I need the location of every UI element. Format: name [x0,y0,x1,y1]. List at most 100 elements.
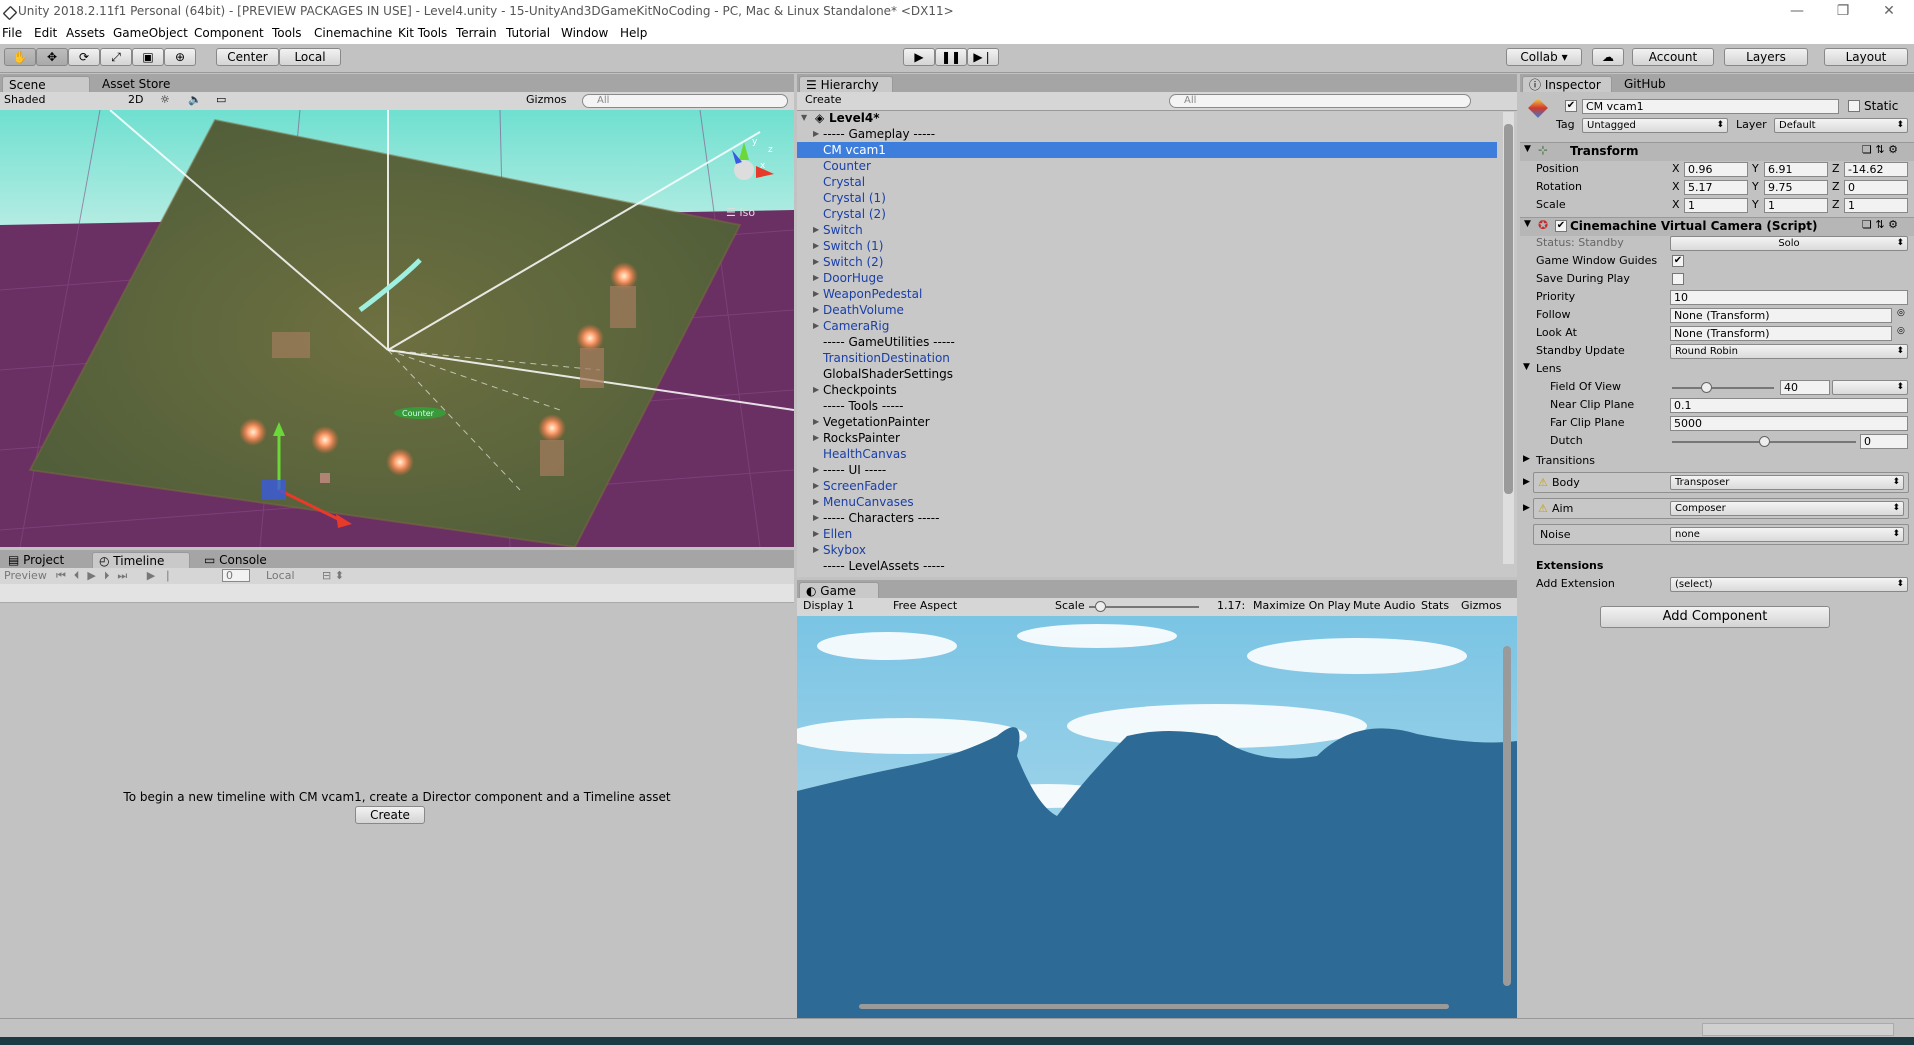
expand-arrow-icon[interactable]: ▶ [813,542,819,558]
menu-tutorial[interactable]: Tutorial [506,26,550,40]
hierarchy-item[interactable]: ----- Tools ----- [797,398,1497,414]
hierarchy-item[interactable]: GlobalShaderSettings [797,366,1497,382]
hierarchy-scrollbar[interactable] [1503,112,1514,564]
account-dropdown[interactable]: Account [1632,48,1714,66]
vcam-enabled-checkbox[interactable]: ✔ [1555,220,1567,232]
hierarchy-item[interactable]: ----- GameUtilities ----- [797,334,1497,350]
layer-dropdown[interactable]: Default [1774,118,1908,133]
component-menu-icons[interactable]: ❏ ⇅ ⚙ [1862,143,1898,156]
scene-root-row[interactable]: ▼ ◈ Level4* [797,110,1497,126]
rotate-tool-button[interactable]: ⟳ [68,48,100,66]
hierarchy-item[interactable]: TransitionDestination [797,350,1497,366]
body-fold-icon[interactable]: ▶ [1523,477,1530,487]
hierarchy-item[interactable]: Crystal (2) [797,206,1497,222]
menu-window[interactable]: Window [561,26,608,40]
menu-help[interactable]: Help [620,26,647,40]
tab-project[interactable]: ▤ Project [2,552,70,568]
hierarchy-item[interactable]: ▶ ----- UI ----- [797,462,1497,478]
solo-button[interactable]: Solo [1670,236,1908,251]
hierarchy-item[interactable]: ▶ WeaponPedestal [797,286,1497,302]
hierarchy-item[interactable]: ▶ DoorHuge [797,270,1497,286]
lookat-field[interactable]: None (Transform) [1670,326,1892,341]
object-picker-icon[interactable]: ◎ [1897,326,1905,336]
transform-position-y-input[interactable]: 6.91 [1764,162,1828,177]
scale-slider-knob[interactable] [1095,601,1106,612]
transform-scale-y-input[interactable]: 1 [1764,198,1828,213]
transform-position-z-input[interactable]: -14.62 [1844,162,1908,177]
dutch-input[interactable]: 0 [1860,434,1908,449]
stats-toggle[interactable]: Stats [1417,598,1449,613]
component-menu-icons[interactable]: ❏ ⇅ ⚙ [1862,218,1898,231]
expand-arrow-icon[interactable]: ▶ [813,414,819,430]
expand-arrow-icon[interactable]: ▶ [813,254,819,270]
gizmos-dropdown[interactable]: Gizmos [522,92,572,107]
hierarchy-item[interactable]: Counter [797,158,1497,174]
transform-scale-z-input[interactable]: 1 [1844,198,1908,213]
hierarchy-item[interactable]: Crystal [797,174,1497,190]
hierarchy-item[interactable]: ▶ DeathVolume [797,302,1497,318]
audio-toggle[interactable]: 🔈 [184,92,204,107]
fov-preset-dropdown[interactable] [1832,380,1908,395]
timeline-create-button[interactable]: Create [355,806,425,824]
tab-inspector[interactable]: ⓘ Inspector [1522,76,1612,92]
tab-asset-store[interactable]: Asset Store [96,76,176,92]
fov-input[interactable]: 40 [1780,380,1830,395]
aspect-dropdown[interactable]: Free Aspect [889,598,1049,613]
expand-arrow-icon[interactable]: ▶ [813,526,819,542]
lens-fold-icon[interactable]: ▼ [1523,362,1530,372]
transform-rotation-x-input[interactable]: 5.17 [1684,180,1748,195]
preview-button[interactable]: Preview [0,568,47,583]
expand-arrow-icon[interactable]: ▶ [813,382,819,398]
transform-position-x-input[interactable]: 0.96 [1684,162,1748,177]
hand-tool-button[interactable]: ✋ [4,48,36,66]
game-gizmos-dropdown[interactable]: Gizmos [1457,598,1502,613]
layers-dropdown[interactable]: Layers [1724,48,1808,66]
near-input[interactable]: 0.1 [1670,398,1908,413]
hierarchy-item[interactable]: ▶ RocksPainter [797,430,1497,446]
hierarchy-item[interactable]: ▶ Skybox [797,542,1497,558]
pause-button[interactable]: ❚❚ [935,48,967,66]
expand-arrow-icon[interactable]: ▶ [813,126,819,142]
move-tool-button[interactable]: ✥ [36,48,68,66]
fold-arrow-icon[interactable]: ▼ [1524,144,1531,154]
tab-console[interactable]: ▭ Console [198,552,273,568]
expand-arrow-icon[interactable]: ▶ [813,318,819,334]
guides-checkbox[interactable]: ✔ [1672,255,1684,267]
restore-button[interactable]: ❐ [1820,2,1866,22]
hierarchy-item[interactable]: ▶ Switch [797,222,1497,238]
menu-file[interactable]: File [2,26,22,40]
far-input[interactable]: 5000 [1670,416,1908,431]
game-scrollbar[interactable] [1503,646,1511,986]
mode-2d-toggle[interactable]: 2D [124,92,148,107]
expand-arrow-icon[interactable]: ▶ [813,238,819,254]
display-dropdown[interactable]: Display 1 [799,598,883,613]
transform-rotation-z-input[interactable]: 0 [1844,180,1908,195]
frame-input[interactable]: 0 [222,569,250,582]
expand-arrow-icon[interactable]: ▶ [813,302,819,318]
menu-terrain[interactable]: Terrain [456,26,497,40]
save-play-checkbox[interactable] [1672,273,1684,285]
menu-tools[interactable]: Tools [272,26,302,40]
transitions-fold-icon[interactable]: ▶ [1523,454,1530,464]
fold-arrow-icon[interactable]: ▼ [1524,219,1531,229]
expand-arrow-icon[interactable]: ▶ [813,494,819,510]
active-checkbox[interactable]: ✔ [1565,100,1577,112]
minimize-button[interactable]: — [1774,2,1820,22]
hierarchy-item[interactable]: ▶ MenuCanvases [797,494,1497,510]
expand-arrow-icon[interactable]: ▶ [813,286,819,302]
menu-gameobject[interactable]: GameObject [113,26,188,40]
expand-arrow-icon[interactable]: ▶ [813,270,819,286]
pivot-local-button[interactable]: Local [279,48,341,66]
collab-button[interactable]: Collab ▾ [1506,48,1582,66]
tab-timeline[interactable]: ◴ Timeline [92,552,190,568]
object-picker-icon[interactable]: ◎ [1897,308,1905,318]
tab-github[interactable]: GitHub [1618,76,1672,92]
layout-dropdown[interactable]: Layout [1824,48,1908,66]
mute-audio-toggle[interactable]: Mute Audio [1349,598,1415,613]
expand-arrow-icon[interactable]: ▶ [813,478,819,494]
pivot-center-button[interactable]: Center [216,48,279,66]
expand-arrow-icon[interactable]: ▶ [813,510,819,526]
game-h-scrollbar[interactable] [859,1004,1449,1009]
hierarchy-item[interactable]: ▶ ----- Gameplay ----- [797,126,1497,142]
expand-arrow-icon[interactable]: ▶ [813,430,819,446]
